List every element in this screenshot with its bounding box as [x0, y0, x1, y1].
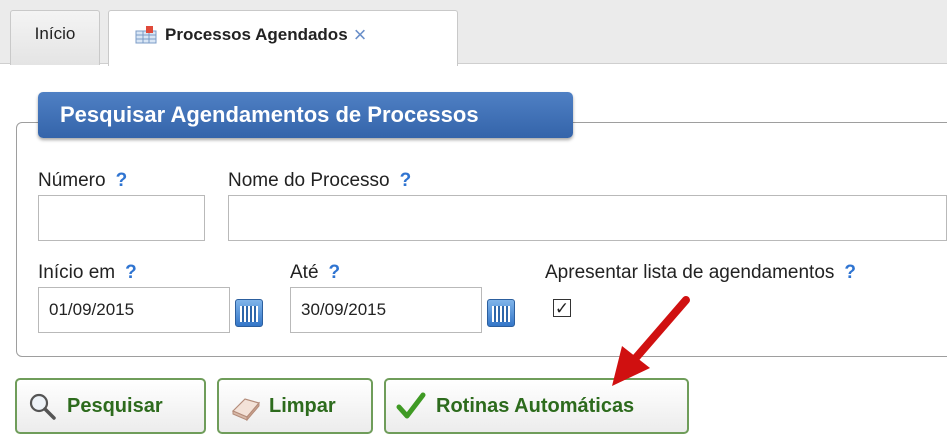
tab-inicio-label: Início: [34, 24, 76, 43]
tab-inicio[interactable]: Início: [10, 10, 100, 65]
red-arrow-icon: [612, 296, 690, 386]
numero-label: Número?: [38, 170, 128, 191]
rotinas-automaticas-label: Rotinas Automáticas: [436, 394, 635, 417]
help-icon[interactable]: ?: [844, 262, 856, 283]
numero-input[interactable]: [38, 195, 205, 241]
help-icon[interactable]: ?: [125, 262, 137, 283]
apresentar-lista-checkbox[interactable]: ✓: [553, 299, 571, 317]
table-calendar-icon: [135, 25, 157, 44]
nome-processo-label: Nome do Processo?: [228, 170, 412, 191]
help-icon[interactable]: ?: [329, 262, 341, 283]
tab-processos-agendados-label: Processos Agendados: [165, 24, 348, 44]
clear-button-label: Limpar: [269, 394, 336, 417]
inicio-em-input[interactable]: 01/09/2015: [38, 287, 230, 333]
inicio-em-label: Início em?: [38, 262, 137, 283]
help-icon[interactable]: ?: [116, 170, 128, 191]
eraser-icon: [229, 391, 261, 422]
search-button-label: Pesquisar: [67, 394, 163, 417]
nome-processo-input[interactable]: [228, 195, 947, 241]
checkmark-icon: [396, 391, 426, 421]
calendar-icon[interactable]: [487, 299, 515, 327]
close-icon[interactable]: ×: [354, 23, 367, 46]
apresentar-lista-label: Apresentar lista de agendamentos?: [545, 262, 857, 283]
panel-title: Pesquisar Agendamentos de Processos: [38, 92, 573, 138]
tab-bar: Início Processos Agendados ×: [0, 0, 947, 66]
search-button[interactable]: Pesquisar: [15, 378, 206, 434]
ate-label: Até?: [290, 262, 341, 283]
tab-processos-agendados[interactable]: Processos Agendados ×: [108, 10, 458, 66]
ate-input[interactable]: 30/09/2015: [290, 287, 482, 333]
magnifier-icon: [27, 391, 57, 421]
help-icon[interactable]: ?: [400, 170, 412, 191]
calendar-icon[interactable]: [235, 299, 263, 327]
clear-button[interactable]: Limpar: [217, 378, 373, 434]
